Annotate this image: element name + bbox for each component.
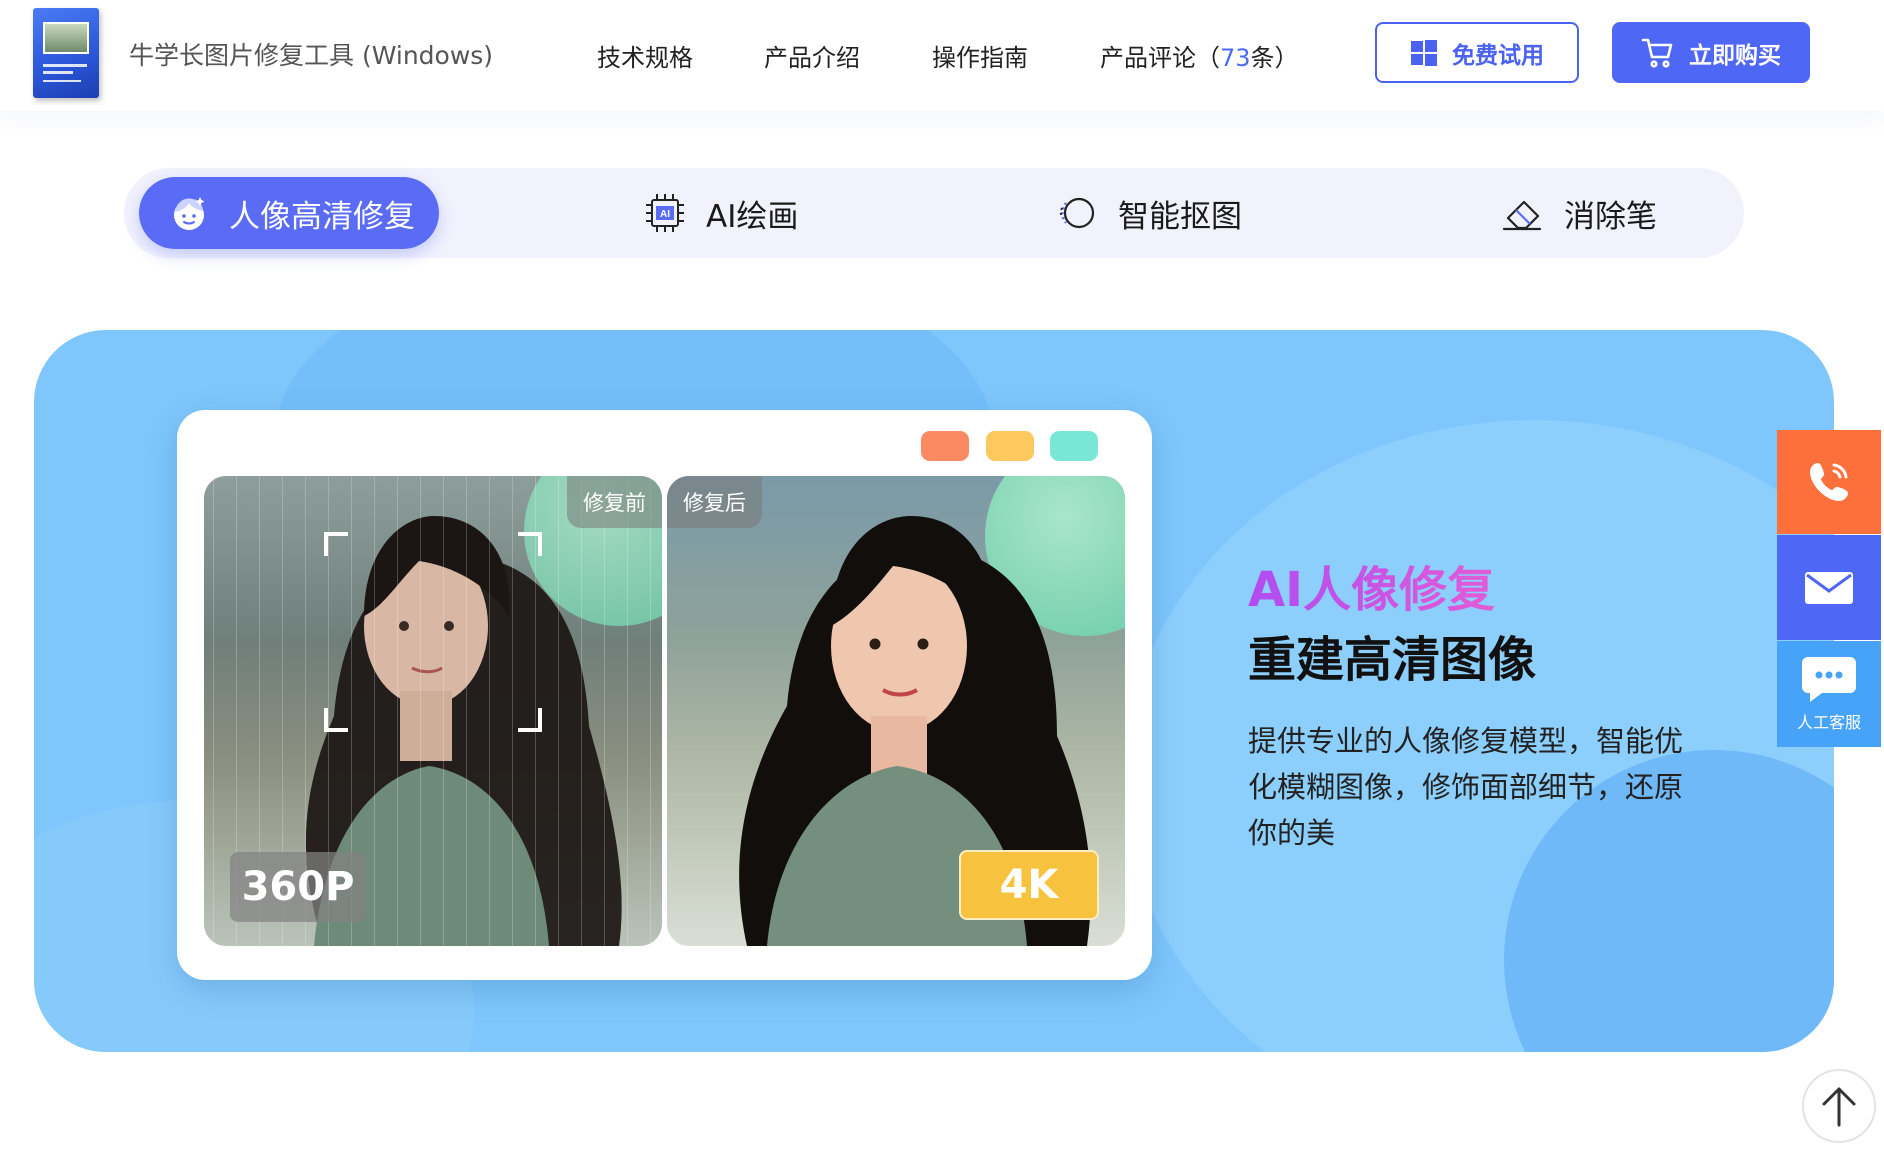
tab-portrait-repair-label: 人像高清修复 — [229, 198, 415, 235]
tab-ai-painting-label: AI绘画 — [706, 198, 799, 235]
phone-icon — [1810, 463, 1848, 501]
mail-icon — [1805, 571, 1853, 604]
after-resolution-badge: 4K — [959, 850, 1099, 920]
window-dot-teal — [1050, 431, 1098, 461]
nav-tech-specs[interactable]: 技术规格 — [597, 38, 693, 73]
hero-title-accent: AI人像修复 — [1248, 550, 1495, 620]
tab-smart-cutout-label: 智能抠图 — [1118, 198, 1242, 235]
side-phone-button[interactable] — [1777, 430, 1881, 534]
hero-banner: 修复前 360P 修复后 4K AI人像修复 重建高清图像 提供专业的人像修复模… — [34, 330, 1834, 1052]
before-photo: 修复前 360P — [204, 476, 662, 946]
cutout-circle-icon — [1059, 197, 1095, 229]
side-email-button[interactable] — [1777, 535, 1881, 640]
tab-smart-cutout[interactable]: 智能抠图 — [1054, 177, 1242, 249]
product-name: 牛学长图片修复工具 (Windows) — [129, 41, 494, 70]
after-label: 修复后 — [667, 476, 762, 528]
eraser-icon — [1502, 200, 1542, 231]
ai-chip-icon: AI — [646, 194, 684, 232]
nav-reviews-count-suffix: 条） — [1250, 44, 1299, 72]
back-to-top-button[interactable] — [1802, 1069, 1876, 1143]
tab-ai-painting[interactable]: AI AI绘画 — [642, 177, 798, 249]
nav-reviews-count: 73 — [1220, 44, 1251, 72]
nav-reviews-label: 产品评论 — [1100, 44, 1196, 72]
feature-tabs: 人像高清修复 AI AI绘画 智能抠图 消除笔 — [124, 168, 1744, 258]
nav-reviews-count-prefix: （ — [1196, 44, 1220, 72]
face-icon — [174, 197, 205, 230]
nav-product-intro[interactable]: 产品介绍 — [764, 38, 860, 73]
hero-description: 提供专业的人像修复模型，智能优化模糊图像，修饰面部细节，还原你的美 — [1248, 724, 1684, 850]
free-trial-button[interactable]: 免费试用 — [1375, 22, 1579, 83]
product-box-logo[interactable] — [33, 8, 99, 98]
cart-icon — [1641, 38, 1673, 68]
after-photo: 修复后 4K — [667, 476, 1125, 946]
comparison-card: 修复前 360P 修复后 4K — [177, 410, 1152, 980]
tab-eraser[interactable]: 消除笔 — [1500, 177, 1657, 249]
tab-eraser-label: 消除笔 — [1564, 198, 1657, 235]
side-customer-service-button[interactable]: 人工客服 — [1777, 641, 1881, 747]
before-label: 修复前 — [567, 476, 662, 528]
window-dot-orange — [921, 431, 969, 461]
window-dot-yellow — [986, 431, 1034, 461]
svg-text:AI: AI — [660, 209, 670, 220]
windows-icon — [1411, 39, 1437, 66]
buy-now-label: 立即购买 — [1689, 42, 1781, 69]
chat-bubble-icon — [1802, 657, 1856, 702]
before-resolution-badge: 360P — [230, 852, 366, 922]
nav-reviews[interactable]: 产品评论（73条） — [1100, 38, 1299, 73]
customer-service-label: 人工客服 — [1796, 713, 1861, 732]
arrow-up-icon — [1822, 1087, 1856, 1127]
free-trial-label: 免费试用 — [1452, 42, 1544, 69]
tab-portrait-repair[interactable]: 人像高清修复 — [139, 177, 439, 249]
hero-title-main: 重建高清图像 — [1248, 632, 1537, 688]
buy-now-button[interactable]: 立即购买 — [1612, 22, 1810, 83]
nav-user-guide[interactable]: 操作指南 — [932, 38, 1028, 73]
site-header: 牛学长图片修复工具 (Windows) 技术规格 产品介绍 操作指南 产品评论（… — [0, 0, 1884, 111]
